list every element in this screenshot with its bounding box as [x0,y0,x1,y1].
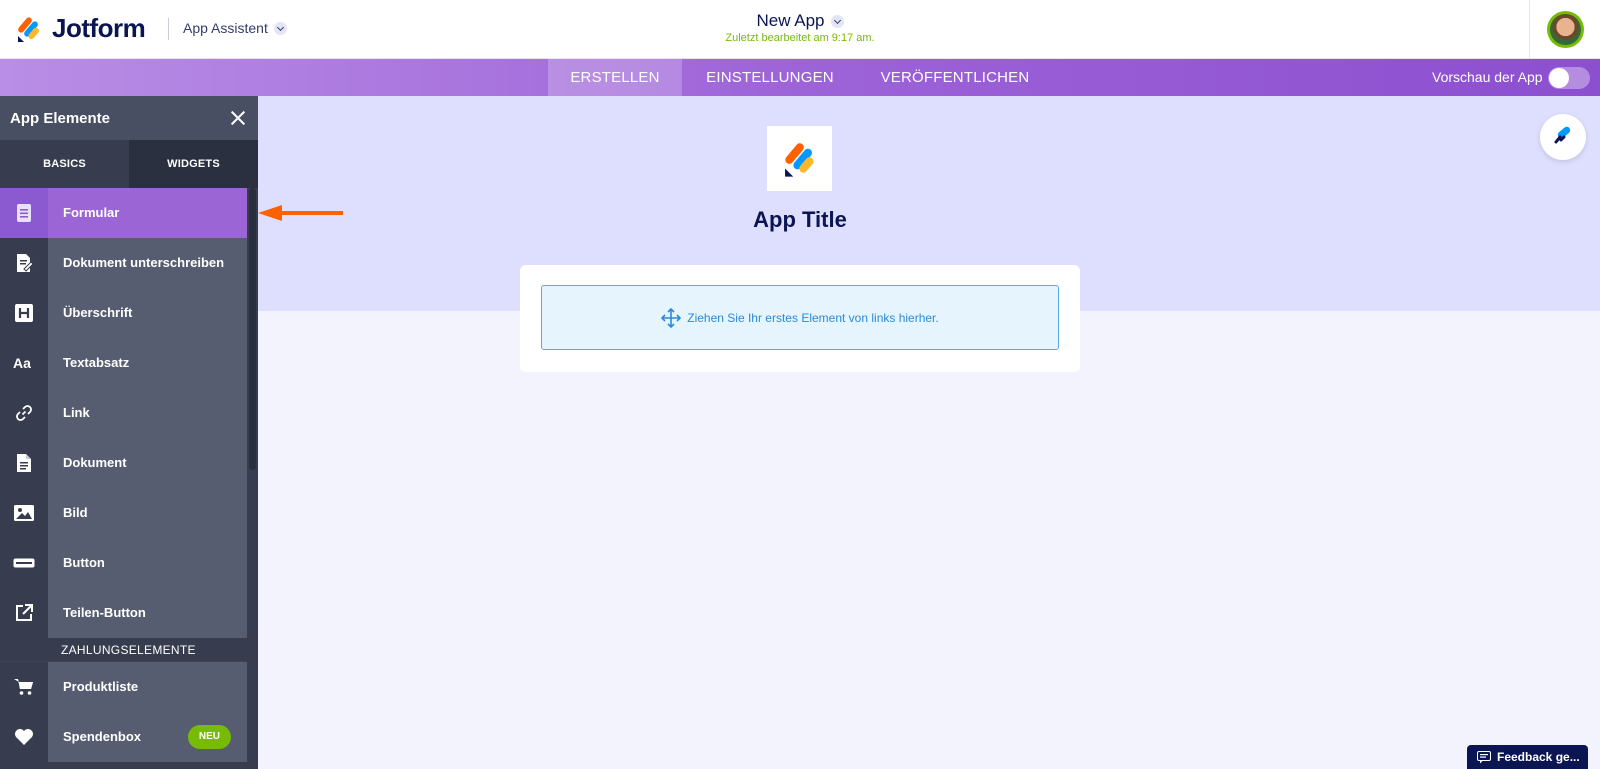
svg-text:Aa: Aa [13,355,31,371]
paint-roller-icon [1554,126,1571,144]
tab-settings[interactable]: EINSTELLUNGEN [700,59,840,96]
link-icon [16,404,32,421]
scrollbar-thumb[interactable] [249,188,256,470]
element-item-donation-box[interactable]: Spendenbox NEU [0,711,247,762]
dropzone-text: Ziehen Sie Ihr erstes Element von links … [687,310,939,325]
element-item-document[interactable]: Dokument [0,437,247,488]
move-icon [661,307,682,328]
jotform-app-icon [784,142,813,177]
panel-tabs: BASICS WIDGETS [0,140,258,188]
element-item-form[interactable]: Formular [0,187,247,238]
panel-header: App Elemente [0,96,258,140]
avatar[interactable] [1547,11,1584,48]
tab-create[interactable]: ERSTELLEN [548,59,682,96]
annotation-arrow-icon [258,205,343,221]
element-label: Formular [48,187,247,238]
app-name-dropdown[interactable]: New App [756,11,844,31]
element-item-button[interactable]: Button [0,537,247,588]
feedback-icon [1477,750,1491,763]
paragraph-icon: Aa [13,355,31,371]
payment-section-header: ZAHLUNGSELEMENTE [0,638,247,662]
element-label: Überschrift [48,287,247,338]
dropzone[interactable]: Ziehen Sie Ihr erstes Element von links … [541,285,1059,350]
panel-title: App Elemente [10,109,111,127]
app-elements-panel: App Elemente BASICS WIDGETS Formular Dok… [0,96,258,769]
design-button[interactable] [1540,114,1586,160]
header-divider-right [1529,0,1530,59]
tab-publish[interactable]: VERÖFFENTLICHEN [872,59,1038,96]
element-item-product-list[interactable]: Produktliste [0,661,247,712]
image-icon [14,504,34,521]
element-item-link[interactable]: Link [0,387,247,438]
element-item-sign-document[interactable]: Dokument unterschreiben [0,237,247,288]
heading-icon [15,303,33,322]
top-bar: Jotform App Assistent New App Zuletzt be… [0,0,1600,59]
element-item-image[interactable]: Bild [0,487,247,538]
document-icon [17,453,31,472]
heart-icon [15,728,33,745]
close-icon[interactable] [228,108,248,128]
tab-widgets[interactable]: WIDGETS [129,140,258,188]
element-item-paragraph[interactable]: Aa Textabsatz [0,337,247,388]
element-item-share-button[interactable]: Teilen-Button [0,587,247,638]
last-edited-status: Zuletzt bearbeitet am 9:17 am. [725,32,875,44]
preview-label: Vorschau der App [1432,69,1543,85]
cart-icon [14,678,33,695]
element-label: Textabsatz [48,337,247,388]
app-title[interactable]: App Title [680,207,920,233]
avatar-image [1550,14,1581,45]
element-label: Link [48,387,247,438]
element-label: Bild [48,487,247,538]
share-icon [16,603,33,621]
app-canvas [258,311,1600,769]
chevron-down-icon [830,14,844,28]
button-icon [13,558,35,567]
preview-toggle[interactable] [1548,67,1590,89]
feedback-button[interactable]: Feedback ge... [1467,745,1588,769]
app-icon[interactable] [767,126,832,191]
builder-nav: ERSTELLEN EINSTELLUNGEN VERÖFFENTLICHEN … [0,59,1600,96]
new-badge: NEU [187,725,231,749]
element-label: Produktliste [48,661,247,712]
tab-basics[interactable]: BASICS [0,140,129,188]
form-icon [17,203,31,222]
feedback-label: Feedback ge... [1497,750,1580,764]
element-item-heading[interactable]: Überschrift [0,287,247,338]
sign-document-icon [17,253,33,272]
element-label: Dokument [48,437,247,488]
panel-scrollbar[interactable] [247,188,258,769]
app-name: New App [756,11,825,30]
element-label: Dokument unterschreiben [48,237,247,288]
element-list: Formular Dokument unterschreiben Übersch… [0,187,247,762]
element-label: Teilen-Button [48,587,247,638]
element-label: Button [48,537,247,588]
